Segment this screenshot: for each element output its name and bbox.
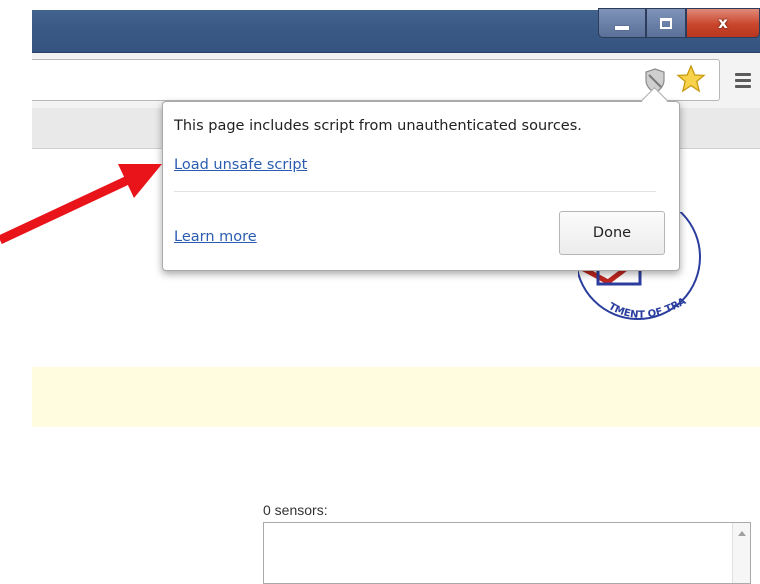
notice-band	[32, 367, 760, 427]
menu-icon[interactable]	[735, 73, 751, 91]
address-bar[interactable]	[32, 59, 720, 101]
star-icon[interactable]	[676, 64, 706, 94]
learn-more-link[interactable]: Learn more	[174, 229, 257, 245]
scrollbar[interactable]	[732, 523, 750, 583]
sensors-list[interactable]	[263, 522, 751, 584]
maximize-icon	[660, 17, 672, 29]
popup-message: This page includes script from unauthent…	[174, 118, 582, 134]
maximize-button[interactable]	[646, 8, 686, 38]
mixed-content-popup: This page includes script from unauthent…	[162, 87, 680, 271]
window-titlebar: x	[32, 8, 760, 53]
red-arrow-annotation	[0, 164, 162, 244]
sensors-label: 0 sensors:	[263, 502, 328, 518]
minimize-button[interactable]	[598, 8, 646, 38]
done-button[interactable]: Done	[559, 211, 665, 255]
close-button[interactable]: x	[686, 8, 760, 38]
close-icon: x	[718, 14, 728, 32]
scroll-up-icon[interactable]	[738, 531, 746, 536]
minimize-icon	[615, 26, 629, 30]
popup-divider	[174, 191, 656, 192]
load-unsafe-script-link[interactable]: Load unsafe script	[174, 157, 307, 173]
